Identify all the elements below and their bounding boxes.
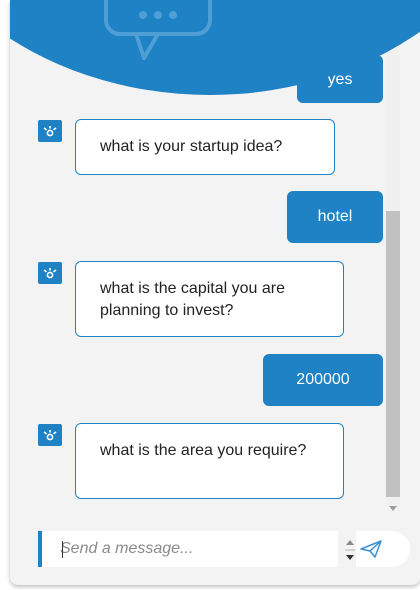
bot-message-bubble: what is your startup idea?	[75, 119, 335, 175]
message-input[interactable]: Send a message...	[38, 531, 338, 567]
user-message-bubble: hotel	[287, 191, 383, 243]
message-composer: Send a message...	[38, 531, 410, 567]
paper-plane-icon	[360, 540, 382, 558]
scroll-thumb[interactable]	[386, 211, 400, 497]
stepper-icon[interactable]	[344, 535, 356, 565]
message-text: what is the capital you are planning to …	[100, 280, 285, 319]
bot-message-bubble: what is the capital you are planning to …	[75, 261, 344, 337]
text-caret	[62, 541, 63, 558]
scroll-down-arrow-icon[interactable]	[389, 506, 397, 511]
message-text: hotel	[317, 208, 353, 225]
user-message-bubble: 200000	[263, 354, 383, 406]
message-scrollbar[interactable]	[384, 15, 402, 515]
message-text: 200000	[296, 371, 350, 388]
message-input-placeholder: Send a message...	[60, 540, 194, 557]
chat-window: yes what is your startup idea? hotel wha…	[10, 0, 420, 585]
bot-avatar-icon	[38, 120, 62, 142]
message-text: what is the area you require?	[100, 442, 307, 459]
bot-message-bubble: what is the area you require?	[75, 423, 344, 499]
message-text: what is your startup idea?	[100, 138, 283, 155]
send-button[interactable]	[356, 531, 410, 567]
bot-avatar-icon	[38, 424, 62, 446]
chat-bubble-icon	[104, 0, 212, 60]
bot-avatar-icon	[38, 262, 62, 284]
